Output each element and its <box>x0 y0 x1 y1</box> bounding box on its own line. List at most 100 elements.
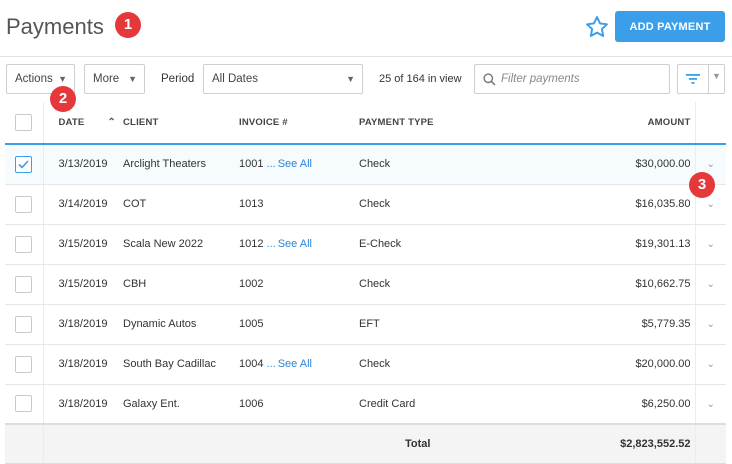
row-checkbox[interactable] <box>15 355 32 373</box>
table-row[interactable]: 3/18/2019 South Bay Cadillac 1004 ... See A… <box>5 344 726 385</box>
chevron-down-icon[interactable]: ⌄ <box>707 319 715 330</box>
column-header-client[interactable]: CLIENT <box>123 102 239 145</box>
table-row[interactable]: 3/15/2019 Scala New 2022 1012 ... See All E-… <box>5 224 726 265</box>
date-cell: 3/15/2019 <box>43 264 123 305</box>
table-total-row: Total $2,823,552.52 <box>5 423 726 464</box>
table-row[interactable]: 3/15/2019 CBH 1002 Check $10,662.75 ⌄ <box>5 264 726 305</box>
invoice-cell: 1001 ... See All <box>239 144 359 185</box>
date-cell: 3/14/2019 <box>43 184 123 225</box>
row-checkbox[interactable] <box>15 275 32 293</box>
invoice-number: 1013 <box>239 198 264 210</box>
page-header: Payments 1 ADD PAYMENT <box>0 0 732 57</box>
row-checkbox[interactable] <box>15 315 32 333</box>
see-all-link[interactable]: See All <box>278 358 312 370</box>
date-cell: 3/18/2019 <box>43 304 123 345</box>
expand-row-cell[interactable]: ⌄ <box>694 264 726 305</box>
total-spacer <box>239 423 359 464</box>
see-all-link[interactable]: See All <box>278 158 312 170</box>
amount-cell: $6,250.00 <box>509 384 695 425</box>
search-box[interactable] <box>474 64 670 94</box>
invoice-number: 1006 <box>239 397 264 410</box>
column-header-payment-type[interactable]: PAYMENT TYPE <box>359 102 509 145</box>
more-dropdown[interactable]: More ▼ <box>84 64 145 94</box>
period-select[interactable]: All Dates ▼ <box>203 64 363 94</box>
payment-type-cell: Check <box>359 144 509 185</box>
star-icon[interactable] <box>584 14 610 40</box>
annotation-badge-3: 3 <box>689 172 715 198</box>
chevron-down-icon[interactable]: ⌄ <box>707 359 715 370</box>
chevron-down-icon[interactable]: ⌄ <box>707 199 715 210</box>
row-checkbox[interactable] <box>15 195 32 213</box>
expand-column-header <box>694 102 726 145</box>
chevron-down-icon[interactable]: ⌄ <box>707 399 715 410</box>
search-icon <box>483 73 496 86</box>
invoice-ellipsis: ... <box>266 158 276 171</box>
page-title: Payments <box>6 14 104 39</box>
total-spacer <box>43 423 123 464</box>
invoice-ellipsis: ... <box>266 358 276 370</box>
client-cell: Dynamic Autos <box>123 304 239 345</box>
client-cell: Arclight Theaters <box>123 144 239 185</box>
row-select-cell <box>5 384 44 425</box>
row-checkbox[interactable] <box>15 235 32 253</box>
invoice-number: 1005 <box>239 318 264 330</box>
table-row[interactable]: 3/18/2019 Dynamic Autos 1005 EFT $5,779.35 ⌄ <box>5 304 726 345</box>
select-all-checkbox[interactable] <box>15 114 32 131</box>
row-count-label: 25 of 164 in view <box>379 73 462 85</box>
invoice-cell: 1002 <box>239 264 359 305</box>
expand-row-cell[interactable]: ⌄ <box>694 304 726 345</box>
see-all-link[interactable]: See All <box>278 238 312 250</box>
expand-row-cell[interactable]: ⌄ <box>694 224 726 265</box>
expand-row-cell[interactable]: ⌄ <box>694 384 726 425</box>
amount-cell: $20,000.00 <box>509 344 695 385</box>
date-cell: 3/18/2019 <box>43 344 123 385</box>
expand-row-cell[interactable]: ⌄ <box>694 344 726 385</box>
invoice-number: 1002 <box>239 278 264 290</box>
date-cell: 3/13/2019 <box>43 144 123 185</box>
row-checkbox[interactable] <box>15 155 32 173</box>
invoice-ellipsis: ... <box>266 238 276 250</box>
client-cell: Scala New 2022 <box>123 224 239 265</box>
total-spacer <box>694 423 726 464</box>
column-header-label: DATE <box>58 117 85 128</box>
chevron-down-icon[interactable]: ⌄ <box>707 159 715 170</box>
invoice-cell: 1006 <box>239 384 359 425</box>
client-cell: CBH <box>123 264 239 305</box>
actions-label: Actions <box>15 73 53 85</box>
amount-cell: $16,035.80 <box>509 184 695 225</box>
date-cell: 3/15/2019 <box>43 224 123 265</box>
total-spacer <box>5 423 44 464</box>
row-select-cell <box>5 184 44 225</box>
invoice-number: 1004 <box>239 358 264 370</box>
table-row[interactable]: 3/18/2019 Galaxy Ent. 1006 Credit Card $6,25… <box>5 384 726 425</box>
more-label: More <box>93 73 120 85</box>
column-header-date[interactable]: DATE ⌃ <box>43 102 123 145</box>
table-header-row: DATE ⌃ CLIENT INVOICE # PAYMENT TYPE AMO… <box>5 102 726 145</box>
column-header-invoice[interactable]: INVOICE # <box>239 102 359 145</box>
search-input[interactable] <box>501 69 661 89</box>
table-row[interactable]: 3/14/2019 COT 1013 Check $16,035.80 ⌄ <box>5 184 726 225</box>
amount-cell: $30,000.00 <box>509 144 695 185</box>
row-select-cell <box>5 344 44 385</box>
chevron-down-icon[interactable]: ▼ <box>712 71 721 81</box>
invoice-cell: 1004 ... See All <box>239 344 359 385</box>
column-header-amount[interactable]: AMOUNT <box>509 102 695 145</box>
chevron-down-icon[interactable]: ⌄ <box>707 279 715 290</box>
chevron-down-icon: ▼ <box>346 74 355 84</box>
invoice-number: 1001 <box>239 158 264 171</box>
filter-button[interactable]: ▼ <box>677 64 725 94</box>
amount-cell: $10,662.75 <box>509 264 695 305</box>
row-checkbox[interactable] <box>15 395 32 413</box>
chevron-down-icon: ▼ <box>128 74 137 84</box>
total-spacer <box>123 423 239 464</box>
add-payment-button[interactable]: ADD PAYMENT <box>615 11 725 42</box>
table-row[interactable]: 3/13/2019 Arclight Theaters 1001 ... See Al… <box>5 144 726 185</box>
row-select-cell <box>5 304 44 345</box>
chevron-down-icon[interactable]: ⌄ <box>707 239 715 250</box>
sort-ascending-icon[interactable]: ⌃ <box>107 117 116 128</box>
payment-type-cell: Check <box>359 264 509 305</box>
total-label: Total <box>359 423 509 464</box>
row-select-cell <box>5 264 44 305</box>
period-value: All Dates <box>212 73 259 85</box>
period-label: Period <box>161 73 195 85</box>
